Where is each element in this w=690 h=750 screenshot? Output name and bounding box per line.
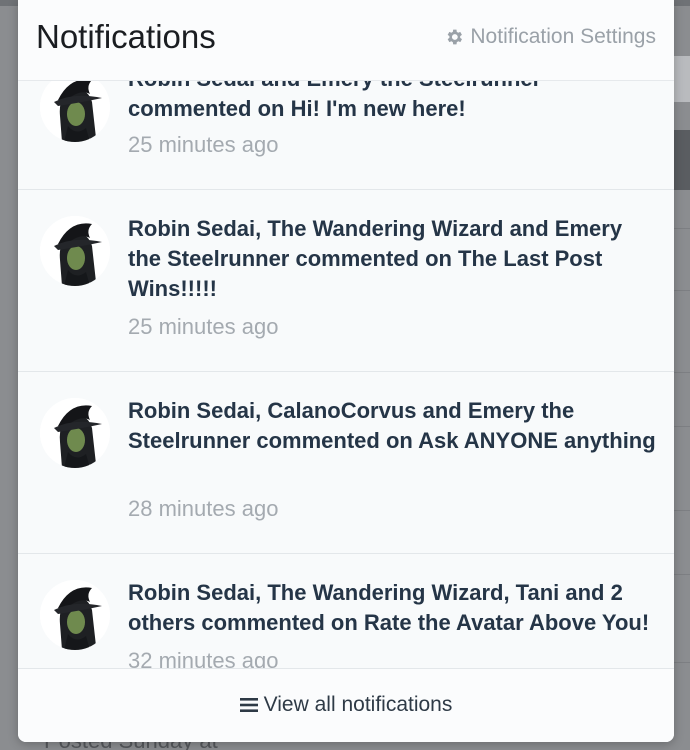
notification-settings-link[interactable]: Notification Settings bbox=[444, 25, 656, 49]
view-all-label: View all notifications bbox=[263, 693, 453, 716]
view-all-notifications-link[interactable]: View all notifications bbox=[18, 693, 674, 717]
notification-time: 28 minutes ago bbox=[128, 496, 279, 521]
notification-item[interactable]: Robin Sedai, The Wandering Wizard and Em… bbox=[18, 190, 674, 372]
witch-avatar-image bbox=[40, 580, 110, 650]
notification-item[interactable]: Robin Sedai, The Wandering Wizard, Tani … bbox=[18, 554, 674, 668]
avatar bbox=[40, 580, 110, 650]
panel-header: Notifications Notification Settings bbox=[18, 0, 674, 81]
avatar bbox=[40, 72, 110, 142]
notifications-list[interactable]: Robin Sedai and Emery the Steelrunner co… bbox=[18, 0, 674, 668]
notification-time: 25 minutes ago bbox=[128, 314, 279, 339]
avatar bbox=[40, 398, 110, 468]
panel-title: Notifications bbox=[36, 18, 216, 55]
gear-icon bbox=[448, 29, 463, 45]
panel-footer: View all notifications bbox=[18, 668, 674, 742]
notification-item[interactable]: Robin Sedai, CalanoCorvus and Emery the … bbox=[18, 372, 674, 554]
witch-avatar-image bbox=[40, 398, 110, 468]
notification-text: Robin Sedai, The Wandering Wizard and Em… bbox=[128, 216, 623, 301]
notification-text-line: commented on Hi! I'm new here! bbox=[128, 96, 466, 121]
witch-avatar-image bbox=[40, 72, 110, 142]
avatar bbox=[40, 216, 110, 286]
list-icon bbox=[239, 698, 258, 712]
notification-settings-label: Notification Settings bbox=[470, 25, 656, 48]
witch-avatar-image bbox=[40, 216, 110, 286]
notification-text: Robin Sedai, CalanoCorvus and Emery the … bbox=[128, 398, 656, 453]
notifications-panel: Notifications Notification Settings comm… bbox=[18, 0, 674, 742]
notification-text: Robin Sedai, The Wandering Wizard, Tani … bbox=[128, 580, 650, 635]
notification-time: 32 minutes ago bbox=[128, 648, 279, 668]
notification-time: 25 minutes ago bbox=[128, 132, 279, 157]
